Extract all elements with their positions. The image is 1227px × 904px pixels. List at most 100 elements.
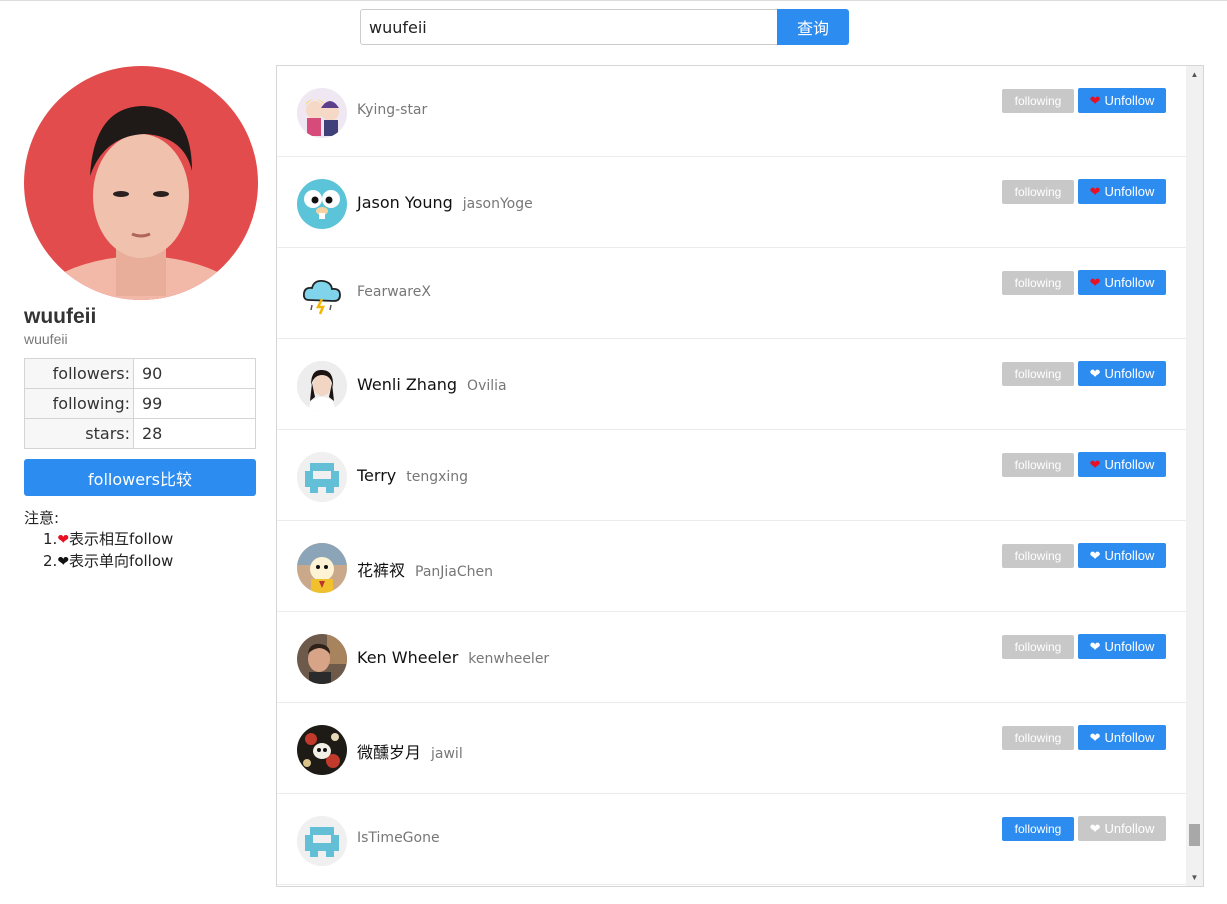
user-name: 花裤衩: [357, 561, 406, 580]
art-avatar-icon[interactable]: [297, 725, 347, 775]
profile-login: wuufeii: [24, 331, 68, 347]
note-line-mutual: 1.❤表示相互follow: [24, 529, 173, 551]
scroll-down-arrow-icon[interactable]: ▼: [1186, 869, 1203, 886]
stats-label: following:: [24, 388, 134, 419]
unfollow-label: Unfollow: [1104, 639, 1155, 654]
following-button[interactable]: following: [1002, 817, 1074, 841]
user-identity: Terry tengxing: [357, 466, 468, 485]
user-login[interactable]: jawil: [431, 746, 463, 762]
list-item: FearwareX following ❤ Unfollow: [277, 248, 1187, 339]
following-button[interactable]: following: [1002, 89, 1074, 113]
user-identity: 花裤衩 PanJiaChen: [357, 557, 493, 581]
white-heart-icon: ❤: [1089, 730, 1101, 745]
scroll-up-arrow-icon[interactable]: ▲: [1186, 66, 1203, 83]
user-login[interactable]: Kying-star: [357, 102, 427, 118]
unfollow-button[interactable]: ❤ Unfollow: [1078, 88, 1166, 113]
unfollow-label: Unfollow: [1104, 93, 1155, 108]
unfollow-button[interactable]: ❤ Unfollow: [1078, 725, 1166, 750]
user-name: Wenli Zhang: [357, 375, 458, 394]
following-button[interactable]: following: [1002, 271, 1074, 295]
list-item: 花裤衩 PanJiaChen following ❤ Unfollow: [277, 521, 1187, 612]
red-heart-icon: ❤: [57, 532, 70, 548]
white-heart-icon: ❤: [1089, 821, 1101, 836]
portrait-avatar-icon[interactable]: [297, 361, 347, 411]
unfollow-label: Unfollow: [1104, 821, 1155, 836]
search-button[interactable]: 查询: [777, 9, 849, 45]
profile-avatar: [24, 66, 258, 300]
list-item: Wenli Zhang Ovilia following ❤ Unfollow: [277, 339, 1187, 430]
white-heart-icon: ❤: [1089, 366, 1101, 381]
user-login[interactable]: Ovilia: [467, 378, 507, 394]
following-button[interactable]: following: [1002, 362, 1074, 386]
user-identity: Ken Wheeler kenwheeler: [357, 648, 549, 667]
note-text: 表示相互follow: [69, 530, 174, 548]
white-heart-icon: ❤: [1089, 548, 1101, 563]
following-button[interactable]: following: [1002, 726, 1074, 750]
cartoon-avatar-icon[interactable]: [297, 543, 347, 593]
white-heart-icon: ❤: [1089, 639, 1101, 654]
stats-row-following: following: 99: [24, 388, 256, 419]
list-item: Ken Wheeler kenwheeler following ❤ Unfollow: [277, 612, 1187, 703]
unfollow-button[interactable]: ❤ Unfollow: [1078, 816, 1166, 841]
red-heart-icon: ❤: [1089, 275, 1101, 290]
user-identity: Wenli Zhang Ovilia: [357, 375, 507, 394]
photo-avatar-icon[interactable]: [297, 634, 347, 684]
user-name: 微醺岁月: [357, 743, 422, 762]
identicon-avatar-icon[interactable]: [297, 816, 347, 866]
following-list: Kying-star following ❤ Unfollow Jason Young j…: [277, 66, 1187, 885]
unfollow-button[interactable]: ❤ Unfollow: [1078, 634, 1166, 659]
user-login[interactable]: FearwareX: [357, 284, 431, 300]
user-login[interactable]: jasonYoge: [463, 196, 533, 212]
unfollow-label: Unfollow: [1104, 548, 1155, 563]
identicon-avatar-icon[interactable]: [297, 452, 347, 502]
user-login[interactable]: kenwheeler: [468, 651, 549, 667]
unfollow-label: Unfollow: [1104, 366, 1155, 381]
stats-label: followers:: [24, 358, 134, 389]
profile-name: wuufeii: [24, 305, 97, 328]
unfollow-button[interactable]: ❤ Unfollow: [1078, 179, 1166, 204]
storm-cloud-avatar-icon[interactable]: [297, 270, 347, 320]
red-heart-icon: ❤: [1089, 457, 1101, 472]
top-divider: [0, 0, 1227, 1]
user-identity: 微醺岁月 jawil: [357, 739, 463, 763]
unfollow-button[interactable]: ❤ Unfollow: [1078, 270, 1166, 295]
unfollow-button[interactable]: ❤ Unfollow: [1078, 452, 1166, 477]
red-heart-icon: ❤: [1089, 184, 1101, 199]
profile-stats-table: followers: 90 following: 99 stars: 28: [24, 358, 256, 449]
user-login[interactable]: PanJiaChen: [415, 564, 493, 580]
anime-avatar-icon[interactable]: [297, 88, 347, 138]
note-prefix: 1.: [43, 530, 58, 548]
list-item: Terry tengxing following ❤ Unfollow: [277, 430, 1187, 521]
unfollow-label: Unfollow: [1104, 275, 1155, 290]
note-line-oneway: 2.❤表示单向follow: [24, 551, 173, 573]
followers-compare-button[interactable]: followers比较: [24, 459, 256, 496]
following-button[interactable]: following: [1002, 544, 1074, 568]
user-name: Ken Wheeler: [357, 648, 459, 667]
following-button[interactable]: following: [1002, 453, 1074, 477]
user-login[interactable]: IsTimeGone: [357, 830, 440, 846]
user-identity: Kying-star: [357, 102, 427, 118]
user-identity: Jason Young jasonYoge: [357, 193, 533, 212]
list-item: Jason Young jasonYoge following ❤ Unfollow: [277, 157, 1187, 248]
scrollbar-thumb[interactable]: [1189, 824, 1200, 847]
gopher-avatar-icon[interactable]: [297, 179, 347, 229]
stats-value: 90: [133, 358, 256, 389]
stats-value: 99: [133, 388, 256, 419]
following-button[interactable]: following: [1002, 180, 1074, 204]
black-heart-icon: ❤: [57, 554, 70, 570]
note-title: 注意:: [24, 509, 60, 527]
search-input[interactable]: [360, 9, 777, 45]
note-prefix: 2.: [43, 552, 58, 570]
unfollow-button[interactable]: ❤ Unfollow: [1078, 361, 1166, 386]
unfollow-button[interactable]: ❤ Unfollow: [1078, 543, 1166, 568]
user-name: Jason Young: [357, 193, 453, 212]
list-item: 微醺岁月 jawil following ❤ Unfollow: [277, 703, 1187, 794]
user-identity: FearwareX: [357, 284, 431, 300]
stats-row-followers: followers: 90: [24, 358, 256, 389]
user-login[interactable]: tengxing: [406, 469, 468, 485]
scrollbar[interactable]: ▲ ▼: [1186, 66, 1203, 886]
search-bar: 查询: [360, 9, 849, 45]
following-list-panel[interactable]: Kying-star following ❤ Unfollow Jason Young j…: [276, 65, 1204, 887]
unfollow-label: Unfollow: [1104, 184, 1155, 199]
following-button[interactable]: following: [1002, 635, 1074, 659]
